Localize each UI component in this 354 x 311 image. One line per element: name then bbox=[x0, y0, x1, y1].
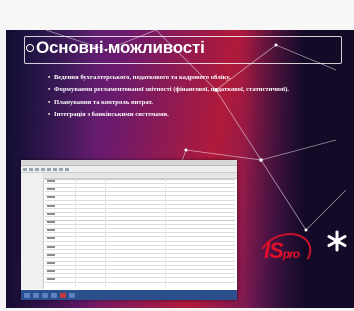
app-data-grid bbox=[45, 179, 235, 287]
feature-list: Ведення бухгалтерського, податкового та … bbox=[48, 72, 340, 122]
embedded-app-screenshot bbox=[21, 160, 237, 300]
title-bullet-icon bbox=[26, 44, 34, 52]
presentation-canvas: Основні можливості Ведення бухгалтерсько… bbox=[0, 0, 354, 311]
slide-title: Основні можливості bbox=[36, 38, 205, 57]
feature-item: Планування та контроль витрат. bbox=[48, 97, 340, 110]
feature-item: Ведення бухгалтерського, податкового та … bbox=[48, 72, 340, 85]
logo-text: IS bbox=[264, 238, 284, 263]
ispro-logo: ISpro bbox=[252, 225, 318, 283]
top-margin bbox=[0, 0, 354, 30]
taskbar bbox=[21, 290, 237, 300]
app-toolbar bbox=[21, 166, 237, 173]
feature-item: Інтеграція з банківськими системами. bbox=[48, 109, 340, 122]
asterisk-icon bbox=[327, 230, 347, 252]
feature-item: Формування регламентованої звітності (фі… bbox=[48, 84, 340, 97]
logo-suffix: pro bbox=[282, 247, 300, 261]
app-navigation-pane bbox=[21, 173, 44, 289]
app-body bbox=[21, 173, 237, 289]
